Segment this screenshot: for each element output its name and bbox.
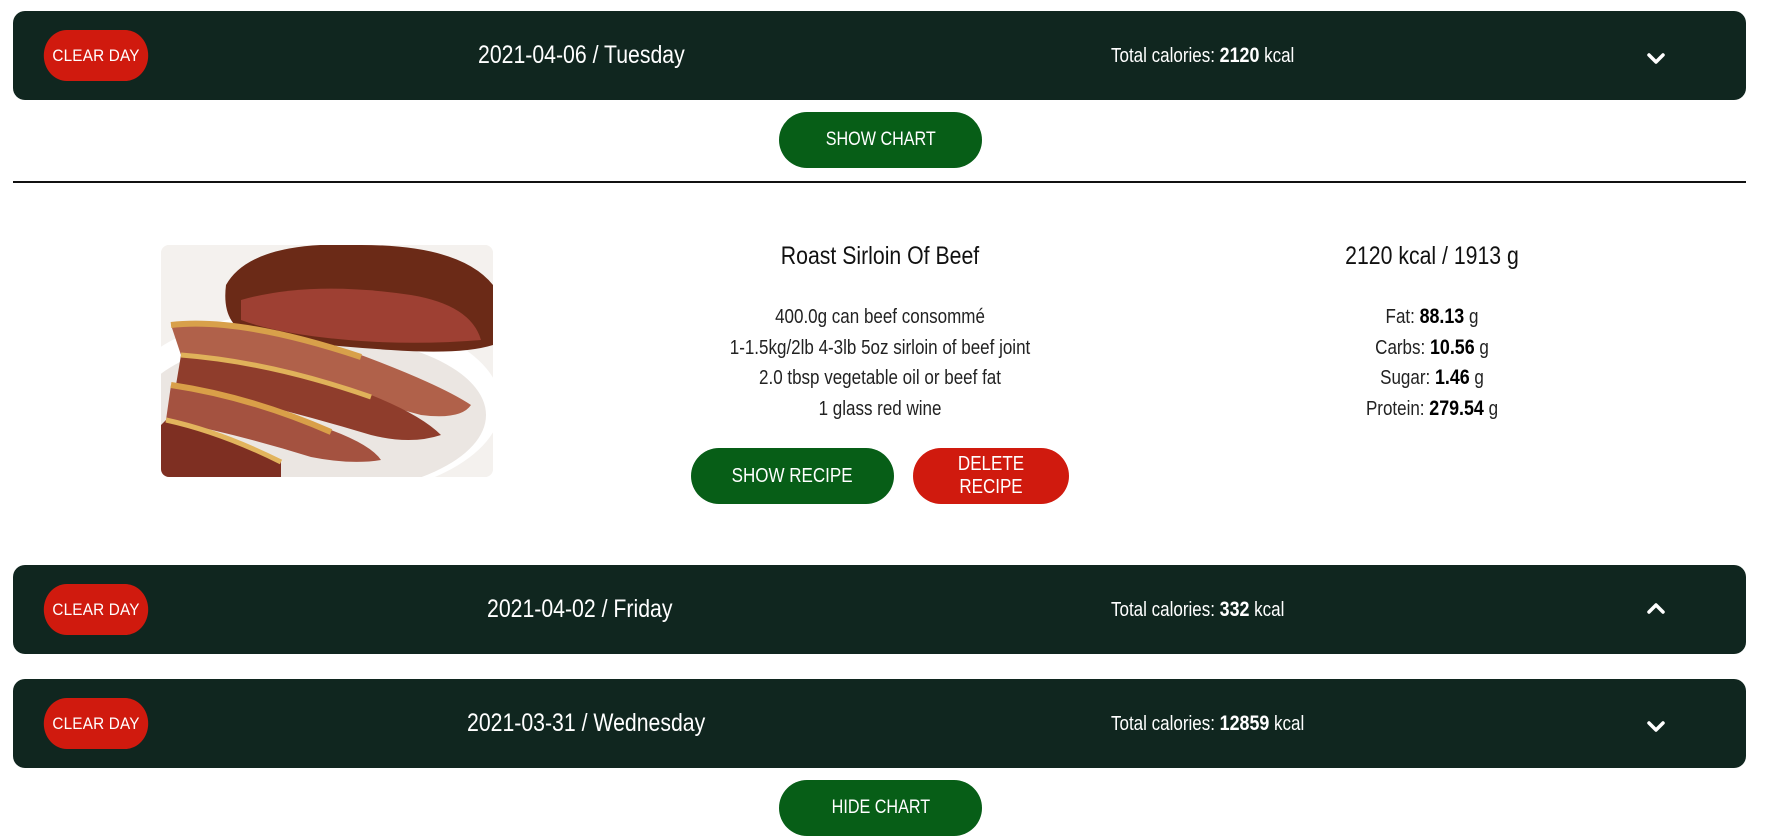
hide-chart-button[interactable]: HIDE CHART <box>779 780 982 836</box>
show-recipe-button[interactable]: SHOW RECIPE <box>691 448 894 504</box>
day-date: 2021-04-02 / Friday <box>487 595 673 623</box>
ingredient-item: 2.0 tbsp vegetable oil or beef fat <box>759 367 1001 389</box>
calories-value: 2120 <box>1219 44 1260 67</box>
chevron-down-icon[interactable] <box>1641 44 1671 74</box>
calories-unit: kcal <box>1274 713 1305 735</box>
calories-label: Total calories: <box>1111 599 1215 621</box>
chevron-down-icon[interactable] <box>1641 712 1671 742</box>
ingredient-item: 400.0g can beef consommé <box>775 306 985 328</box>
recipe-title: Roast Sirloin Of Beef <box>780 242 980 270</box>
recipe-image <box>161 245 493 477</box>
ingredient-item: 1 glass red wine <box>818 397 942 420</box>
calories-value: 332 <box>1219 598 1250 621</box>
clear-day-button[interactable]: CLEAR DAY <box>43 698 149 749</box>
nutrient-fat: Fat: 88.13 g <box>1385 305 1479 328</box>
ingredient-item: 1-1.5kg/2lb 4-3lb 5oz sirloin of beef jo… <box>729 336 1031 359</box>
day-bar-3: CLEAR DAY 2021-03-31 / Wednesday Total c… <box>13 679 1746 768</box>
clear-day-button[interactable]: CLEAR DAY <box>43 30 149 81</box>
calories-unit: kcal <box>1264 45 1295 67</box>
delete-recipe-button[interactable]: DELETE RECIPE <box>913 448 1069 504</box>
total-calories: Total calories: 332 kcal <box>1111 565 1284 654</box>
total-calories: Total calories: 2120 kcal <box>1111 11 1294 100</box>
day-bar-2: CLEAR DAY 2021-04-02 / Friday Total calo… <box>13 565 1746 654</box>
calories-value: 12859 <box>1219 712 1270 735</box>
clear-day-button[interactable]: CLEAR DAY <box>43 584 149 635</box>
nutrient-protein: Protein: 279.54 g <box>1365 396 1499 420</box>
nutrient-list: Fat: 88.13 g Carbs: 10.56 g Sugar: 1.46 … <box>1232 302 1632 424</box>
nutrient-sugar: Sugar: 1.46 g <box>1380 366 1484 389</box>
roast-beef-photo <box>161 245 493 477</box>
calories-label: Total calories: <box>1111 713 1215 735</box>
total-calories: Total calories: 12859 kcal <box>1111 679 1304 768</box>
calories-unit: kcal <box>1254 599 1285 621</box>
chevron-up-icon[interactable] <box>1641 593 1671 623</box>
day-date: 2021-04-06 / Tuesday <box>478 41 685 69</box>
day-date: 2021-03-31 / Wednesday <box>467 709 706 737</box>
ingredient-list: 400.0g can beef consommé 1-1.5kg/2lb 4-3… <box>630 302 1130 424</box>
calories-label: Total calories: <box>1111 45 1215 67</box>
divider <box>13 181 1746 183</box>
show-chart-button[interactable]: SHOW CHART <box>779 112 982 168</box>
nutrient-carbs: Carbs: 10.56 g <box>1375 335 1489 359</box>
recipe-totals: 2120 kcal / 1913 g <box>1345 242 1519 270</box>
day-bar-1: CLEAR DAY 2021-04-06 / Tuesday Total cal… <box>13 11 1746 100</box>
